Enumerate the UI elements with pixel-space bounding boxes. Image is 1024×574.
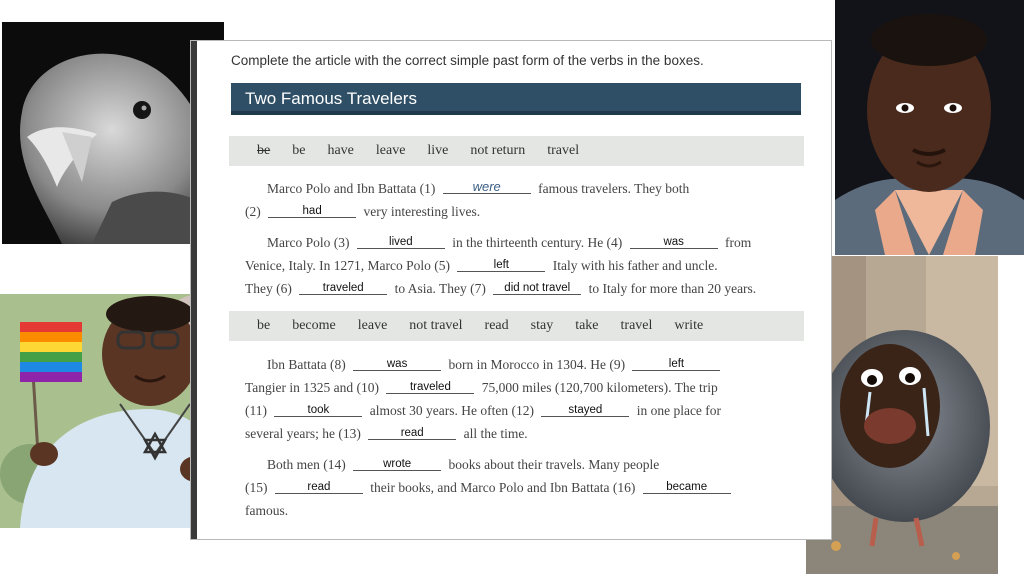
answer-blank-7[interactable]: did not travel xyxy=(493,282,582,295)
answer-blank-2[interactable]: had xyxy=(268,205,357,218)
word-box-2-item: read xyxy=(484,318,509,333)
man-portrait-photo xyxy=(835,0,1024,255)
answer-blank-15[interactable]: read xyxy=(274,481,363,494)
worksheet-page: Complete the article with the correct si… xyxy=(190,40,832,540)
word-box-1-item: leave xyxy=(375,143,406,158)
answer-blank-1[interactable]: were xyxy=(442,180,531,194)
answer-blank-13[interactable]: read xyxy=(368,427,457,440)
answer-blank-3[interactable]: lived xyxy=(356,236,445,249)
word-box-2-item: take xyxy=(575,318,599,333)
answer-blank-4[interactable]: was xyxy=(629,236,718,249)
answer-blank-9[interactable]: left xyxy=(632,358,721,371)
word-box-2-item: write xyxy=(674,318,704,333)
answer-blank-11[interactable]: took xyxy=(274,404,363,417)
word-box-1: be be have leave live not return travel xyxy=(229,136,804,166)
answer-blank-16[interactable]: became xyxy=(642,481,731,494)
answer-blank-14[interactable]: wrote xyxy=(353,458,442,471)
answer-blank-5[interactable]: left xyxy=(457,259,546,272)
word-box-2-item: not travel xyxy=(409,318,463,333)
answer-blank-10[interactable]: traveled xyxy=(386,381,475,394)
word-box-1-item: not return xyxy=(470,143,526,158)
word-box-2-item: travel xyxy=(620,318,653,333)
word-box-2-item: become xyxy=(292,318,336,333)
crying-pigeon-illustration xyxy=(806,256,998,574)
word-box-1-item: travel xyxy=(547,143,580,158)
crying-pigeon-photo xyxy=(806,256,998,574)
word-box-2-item: leave xyxy=(357,318,388,333)
word-box-2-item: be xyxy=(257,318,271,333)
answer-blank-6[interactable]: traveled xyxy=(299,282,388,295)
man-portrait-illustration xyxy=(835,0,1024,255)
word-box-1-item: have xyxy=(327,143,354,158)
word-box-1-item: be xyxy=(292,143,306,158)
word-box-1-item: live xyxy=(427,143,449,158)
answer-blank-8[interactable]: was xyxy=(353,358,442,371)
answer-blank-12[interactable]: stayed xyxy=(541,404,630,417)
word-box-2: be become leave not travel read stay tak… xyxy=(229,311,804,341)
instructions: Complete the article with the correct si… xyxy=(231,53,704,68)
word-box-2-item: stay xyxy=(530,318,554,333)
article-title: Two Famous Travelers xyxy=(231,83,801,115)
word-box-1-item: be xyxy=(257,143,271,158)
